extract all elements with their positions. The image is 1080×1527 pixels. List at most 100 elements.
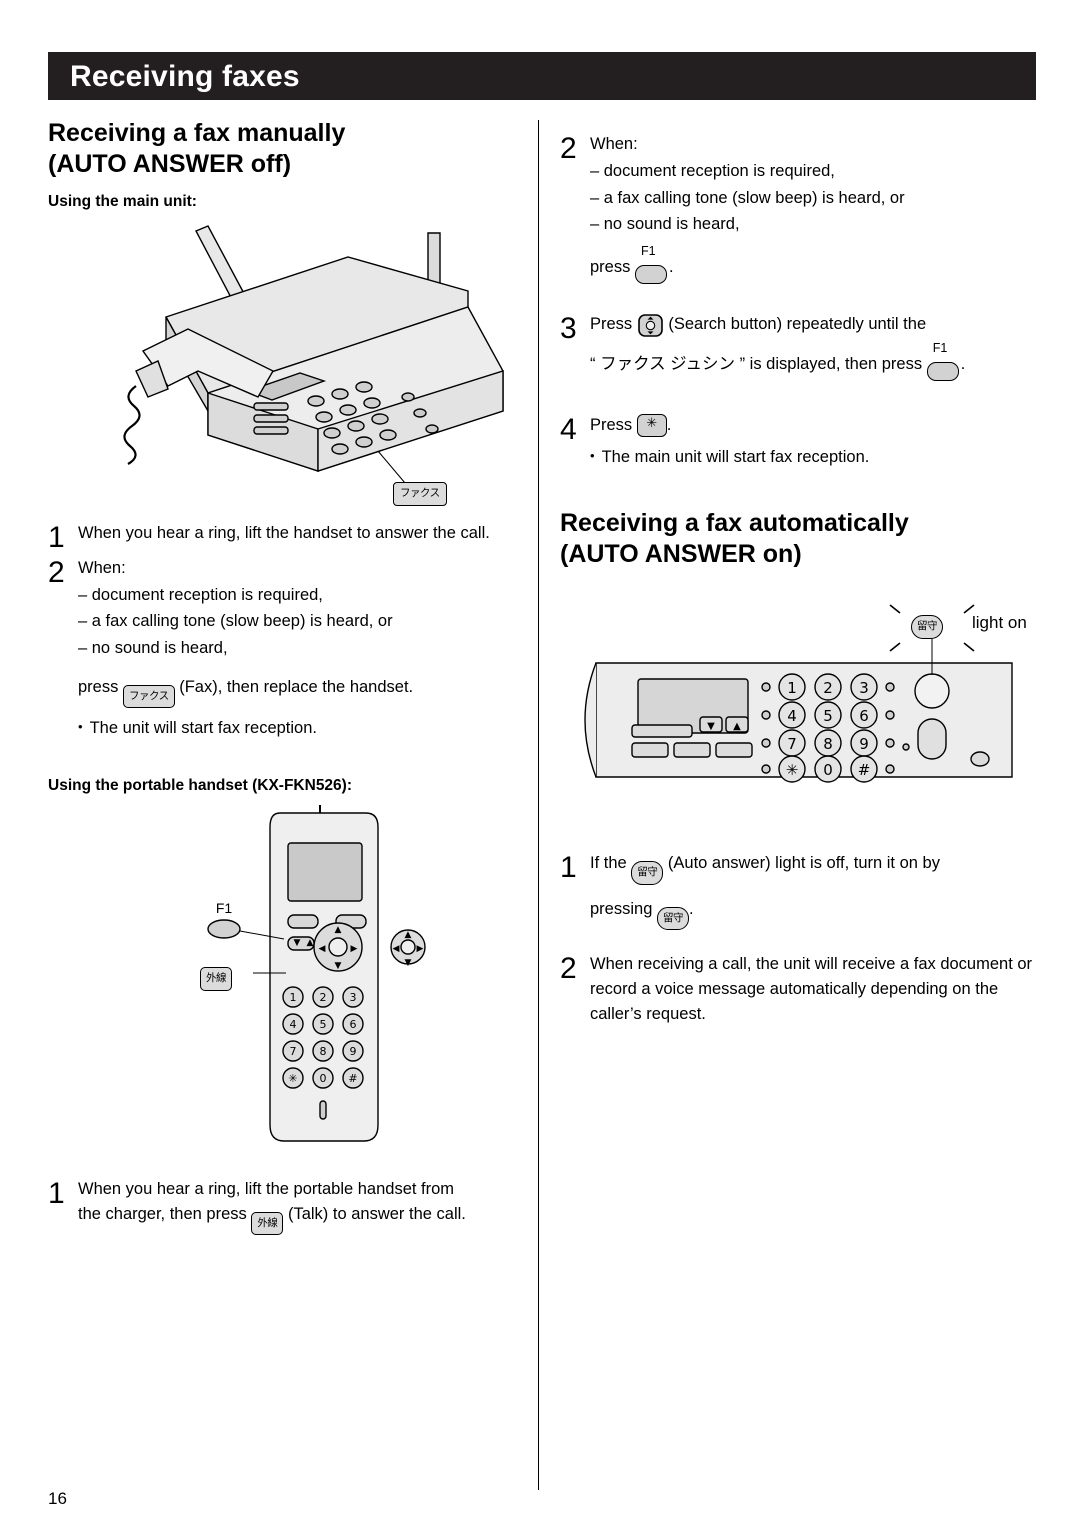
handset-f1-label: F1	[216, 900, 233, 916]
right-column: 2 When: – document reception is required…	[560, 118, 1038, 1036]
svg-text:#: #	[858, 761, 871, 779]
svg-text:2: 2	[823, 679, 833, 697]
column-divider	[538, 120, 539, 1490]
portable-handset-drawing: 1 2 3 4 5 6 7 8 9 ✳ 0 # ▲ ▼ ◀ ▶ ▲ ▼ ◀ ▶ ▼ ▲ F1	[207, 805, 426, 1142]
svg-text:8: 8	[320, 1045, 327, 1058]
right-step-3-number: 3	[560, 311, 577, 345]
svg-text:1: 1	[290, 991, 297, 1004]
section-heading-manual-line2: (AUTO ANSWER off)	[48, 149, 292, 178]
figure-main-fax-unit: ファクス	[48, 221, 518, 521]
left-step-2-note: The unit will start fax reception.	[48, 716, 518, 741]
right-step-2-number: 2	[560, 132, 577, 165]
svg-text:◀: ◀	[393, 944, 400, 954]
left-step-2-bullet-2: – a fax calling tone (slow beep) is hear…	[78, 612, 393, 631]
section-heading-automatic-line1: Receiving a fax automatically	[560, 509, 909, 537]
svg-text:5: 5	[823, 707, 833, 725]
left-portable-step-1-line2-suffix: (Talk) to answer the call.	[287, 1204, 466, 1223]
svg-text:▼: ▼	[294, 938, 301, 948]
f1-key-icon-step2: F1	[634, 244, 669, 286]
svg-text:3: 3	[859, 679, 869, 697]
svg-text:3: 3	[350, 991, 357, 1004]
figure-portable-handset: 1 2 3 4 5 6 7 8 9 ✳ 0 # ▲ ▼ ◀ ▶ ▲ ▼ ◀ ▶ ▼ ▲ F1 外線	[48, 805, 518, 1177]
left-step-2-press-line: press ファクス (Fax), then replace the hands…	[48, 675, 518, 709]
svg-text:5: 5	[320, 1018, 327, 1031]
right-step-2-press-suffix: .	[668, 258, 674, 276]
auto-answer-key-icon: 留守	[911, 615, 943, 639]
right-step-4-suffix: .	[666, 415, 672, 434]
right-step-2: 2 When:	[560, 132, 1038, 165]
svg-text:▲: ▲	[405, 930, 412, 940]
right-step-3-middle: (Search button) repeatedly until the	[668, 314, 927, 333]
svg-text:◀: ◀	[319, 944, 326, 954]
section-heading-automatic: Receiving a fax automatically (AUTO ANSW…	[560, 508, 1038, 569]
document-page: Receiving faxes Receiving a fax manually…	[0, 0, 1080, 1527]
svg-text:2: 2	[320, 991, 327, 1004]
svg-text:4: 4	[787, 707, 797, 725]
right-step-2-bullet-1: – document reception is required,	[590, 161, 835, 180]
svg-text:▶: ▶	[351, 944, 358, 954]
svg-text:4: 4	[290, 1018, 297, 1031]
f1-key-label-step2: F1	[640, 244, 656, 258]
left-portable-step-1-number: 1	[48, 1177, 65, 1210]
page-header-banner: Receiving faxes	[48, 52, 1036, 100]
svg-text:▶: ▶	[417, 944, 424, 954]
subheading-using-portable-handset: Using the portable handset (KX-FKN526):	[48, 777, 352, 794]
left-step-2-press-suffix: (Fax), then replace the handset.	[179, 677, 414, 696]
right-step-2-press-prefix: press	[590, 258, 631, 276]
left-step-2-number: 2	[48, 555, 65, 589]
section-heading-manual: Receiving a fax manually (AUTO ANSWER of…	[48, 118, 518, 179]
search-button-icon	[637, 313, 664, 338]
svg-text:6: 6	[859, 707, 869, 725]
svg-text:0: 0	[823, 761, 833, 779]
left-portable-step-1: 1 When you hear a ring, lift the portabl…	[48, 1177, 518, 1236]
left-step-2-text: When:	[78, 558, 126, 577]
main-fax-unit-drawing	[123, 225, 504, 497]
auto-answer-panel-drawing: 1 2 3 4 5 6 7 8 9 ✳ 0 # ▼ ▲	[584, 604, 1013, 783]
left-step-1-text: When you hear a ring, lift the handset t…	[78, 524, 490, 542]
left-step-1: 1 When you hear a ring, lift the handset…	[48, 521, 518, 554]
svg-text:✳: ✳	[786, 761, 799, 779]
fax-key-icon: ファクス	[393, 482, 447, 506]
page-title: Receiving faxes	[70, 60, 300, 93]
svg-text:8: 8	[823, 735, 833, 753]
right-auto-step-1: 1 If the 留守 (Auto answer) light is off, …	[560, 851, 1038, 930]
section-heading-automatic-line2: (AUTO ANSWER on)	[560, 539, 802, 568]
f1-key-icon-step3: F1	[926, 341, 961, 383]
right-step-2-text: When:	[590, 135, 638, 153]
talk-key-icon: 外線	[200, 967, 232, 991]
fax-key-inline-icon: ファクス	[122, 684, 175, 709]
auto-answer-key-inline-icon-2: 留守	[656, 906, 689, 930]
right-step-4-number: 4	[560, 412, 577, 446]
svg-text:0: 0	[320, 1072, 327, 1085]
auto-answer-key-inline-icon-1: 留守	[631, 861, 664, 885]
right-step-3: 3 Press (Search button) repeatedly until…	[560, 312, 1038, 383]
right-auto-step-2-number: 2	[560, 952, 577, 985]
page-number: 16	[48, 1489, 67, 1508]
right-step-3-line2-suffix: .	[960, 354, 966, 373]
light-on-label: light on	[972, 613, 1027, 632]
svg-text:7: 7	[787, 735, 797, 753]
svg-text:1: 1	[787, 679, 797, 697]
svg-text:▼: ▼	[707, 721, 715, 732]
right-auto-step-2: 2 When receiving a call, the unit will r…	[560, 952, 1038, 1026]
right-step-3-line2-prefix: “ ファクス ジュシン ” is displayed, then press	[590, 354, 923, 373]
right-step-3-prefix: Press	[590, 314, 633, 333]
right-step-2-press-line: press F1 .	[560, 244, 1038, 286]
talk-key-inline-icon: 外線	[251, 1211, 284, 1236]
svg-text:▼: ▼	[405, 958, 412, 968]
left-step-2-bullet-3: – no sound is heard,	[78, 639, 228, 657]
right-auto-step-1-middle: (Auto answer) light is off, turn it on b…	[667, 854, 940, 872]
left-portable-step-1-line2-prefix: the charger, then press	[78, 1204, 247, 1223]
right-step-4: 4 Press .	[560, 413, 1038, 446]
left-column: Receiving a fax manually (AUTO ANSWER of…	[48, 118, 518, 1245]
svg-text:#: #	[348, 1072, 357, 1085]
right-step-2-bullet-3: – no sound is heard,	[590, 215, 740, 234]
right-auto-step-2-text: When receiving a call, the unit will rec…	[590, 955, 1033, 1023]
right-auto-step-1-line2-prefix: pressing	[590, 899, 653, 918]
svg-text:7: 7	[290, 1045, 297, 1058]
left-step-2-press-prefix: press	[78, 677, 119, 696]
svg-text:▲: ▲	[733, 721, 741, 732]
subheading-using-main-unit: Using the main unit:	[48, 193, 197, 210]
section-heading-manual-line1: Receiving a fax manually	[48, 119, 346, 147]
f1-key-oval-step2	[634, 265, 667, 284]
